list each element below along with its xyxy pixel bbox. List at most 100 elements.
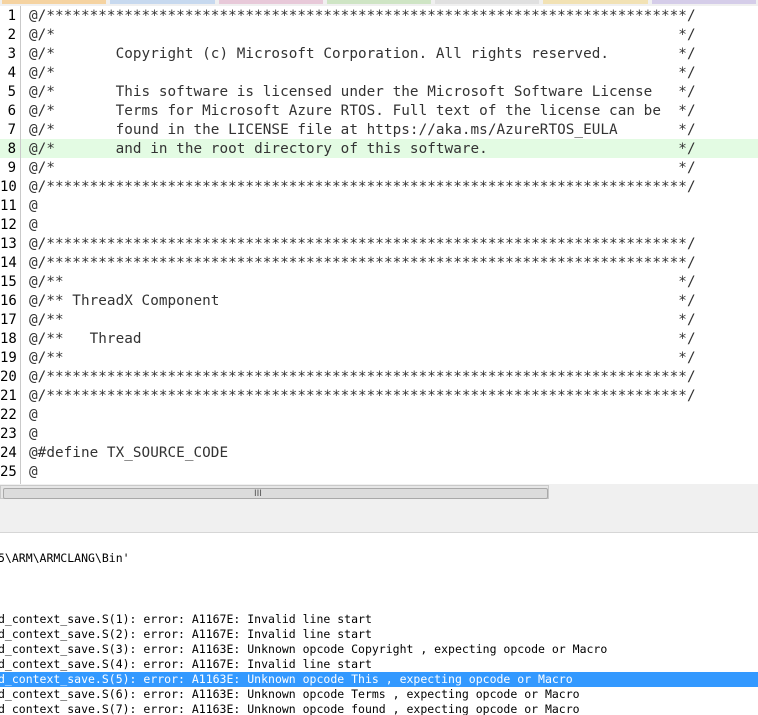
code-text[interactable]: @#define TX_SOURCE_CODE [29,444,228,463]
line-number: 3 [7,46,16,62]
code-line[interactable]: 20 @/************************************… [0,367,758,386]
code-line[interactable]: 10 @/************************************… [0,177,758,196]
code-text[interactable]: @/**************************************… [29,368,696,387]
code-text[interactable]: @/* */ [29,26,696,45]
line-number: 6 [7,103,16,119]
horizontal-scrollbar[interactable]: III [0,484,758,501]
file-tab[interactable] [2,0,107,4]
code-text[interactable]: @/** */ [29,349,696,368]
output-line[interactable]: d_context_save.S(2): error: A1167E: Inva… [0,627,758,642]
line-number: 9 [7,160,16,176]
output-line-text: d_context_save.S(7): error: A1163E: Unkn… [0,702,580,715]
code-text[interactable]: @/**************************************… [29,387,696,406]
code-line[interactable]: 21 @/************************************… [0,386,758,405]
code-text[interactable]: @ [29,197,38,216]
line-number: 23 [0,426,17,442]
line-number: 12 [0,217,17,233]
output-line[interactable] [0,558,758,573]
line-number-gutter-divider [20,6,21,484]
code-line[interactable]: 9 @/* */ [0,158,758,177]
output-line[interactable]: d_context_save.S(5): error: A1163E: Unkn… [0,672,758,687]
code-line[interactable]: 12 @ [0,215,758,234]
code-text[interactable]: @ [29,406,38,425]
code-text[interactable]: @/** */ [29,273,696,292]
code-line[interactable]: 1 @/*************************************… [0,6,758,25]
code-line[interactable]: 14 @/************************************… [0,253,758,272]
code-text[interactable]: @/* and in the root directory of this so… [29,140,696,159]
line-number: 16 [0,293,17,309]
line-number: 10 [0,179,17,195]
pane-splitter[interactable] [0,501,758,533]
code-line[interactable]: 11 @ [0,196,758,215]
line-number: 19 [0,350,17,366]
code-line[interactable]: 2 @/* */ [0,25,758,44]
line-number: 5 [7,84,16,100]
line-number: 8 [7,141,16,157]
line-number: 13 [0,236,17,252]
code-text[interactable]: @/* */ [29,64,696,83]
code-text[interactable]: @/**************************************… [29,178,696,197]
code-line[interactable]: 16 @/** ThreadX Component */ [0,291,758,310]
output-line[interactable]: d_context_save.S(3): error: A1163E: Unkn… [0,642,758,657]
code-line[interactable]: 17 @/** */ [0,310,758,329]
line-number: 14 [0,255,17,271]
code-text[interactable]: @ [29,216,38,235]
file-tab[interactable] [110,0,215,4]
code-text[interactable]: @/* found in the LICENSE file at https:/… [29,121,696,140]
output-line-text: d_context_save.S(2): error: A1167E: Inva… [0,627,372,641]
code-text[interactable]: @/* This software is licensed under the … [29,83,696,102]
output-line[interactable]: d_context_save.S(1): error: A1167E: Inva… [0,612,758,627]
output-line[interactable]: d_context_save.S(4): error: A1167E: Inva… [0,657,758,672]
line-number: 25 [0,464,17,480]
output-line-text: d_context_save.S(3): error: A1163E: Unkn… [0,642,608,656]
scrollbar-grip-icon: III [254,489,262,499]
output-line[interactable] [0,573,758,588]
line-number: 24 [0,445,17,461]
file-tab[interactable] [651,0,756,4]
line-number: 18 [0,331,17,347]
line-number: 17 [0,312,17,328]
code-line[interactable]: 18 @/** Thread */ [0,329,758,348]
output-line-text: d_context_save.S(5): error: A1163E: Unkn… [0,672,573,686]
scrollbar-track[interactable]: III [0,485,549,499]
code-line[interactable]: 24 @#define TX_SOURCE_CODE [0,443,758,462]
code-line[interactable]: 25 @ [0,462,758,481]
code-line[interactable]: 6 @/* Terms for Microsoft Azure RTOS. Ful… [0,101,758,120]
line-number: 22 [0,407,17,423]
code-text[interactable]: @/**************************************… [29,235,696,254]
line-number: 21 [0,388,17,404]
code-text[interactable]: @/* */ [29,159,696,178]
file-tab[interactable] [543,0,648,4]
code-text[interactable]: @/**************************************… [29,254,696,273]
line-number: 11 [0,198,17,214]
line-number: 2 [7,27,16,43]
code-text[interactable]: @ [29,425,38,444]
code-text[interactable]: @ [29,463,38,482]
code-editor[interactable]: 1 @/*************************************… [0,6,758,484]
code-text[interactable]: @/* Terms for Microsoft Azure RTOS. Full… [29,102,696,121]
line-number: 7 [7,122,16,138]
code-line[interactable]: 3 @/* Copyright (c) Microsoft Corporation… [0,44,758,63]
code-line[interactable]: 23 @ [0,424,758,443]
code-text[interactable]: @/** */ [29,311,696,330]
output-line[interactable]: d_context_save.S(6): error: A1163E: Unkn… [0,687,758,702]
code-line[interactable]: 19 @/** */ [0,348,758,367]
code-line[interactable]: 13 @/************************************… [0,234,758,253]
code-line[interactable]: 8 @/* and in the root directory of this s… [0,139,758,158]
code-text[interactable]: @/**************************************… [29,7,696,26]
code-text[interactable]: @/* Copyright (c) Microsoft Corporation.… [29,45,696,64]
code-line[interactable]: 15 @/** */ [0,272,758,291]
file-tab[interactable] [218,0,323,4]
build-output-panel[interactable]: 5\ARM\ARMCLANG\Bin' d_context_save.S(1): … [0,533,758,715]
code-text[interactable]: @/** ThreadX Component */ [29,292,696,311]
code-line[interactable]: 22 @ [0,405,758,424]
file-tab[interactable] [435,0,540,4]
code-line[interactable]: 4 @/* */ [0,63,758,82]
code-line[interactable]: 7 @/* found in the LICENSE file at https:… [0,120,758,139]
code-line[interactable]: 5 @/* This software is licensed under the… [0,82,758,101]
file-tab[interactable] [326,0,432,4]
scrollbar-thumb[interactable]: III [3,488,548,499]
line-number: 4 [7,65,16,81]
output-line[interactable]: d_context_save.S(7): error: A1163E: Unkn… [0,702,758,715]
code-text[interactable]: @/** Thread */ [29,330,696,349]
